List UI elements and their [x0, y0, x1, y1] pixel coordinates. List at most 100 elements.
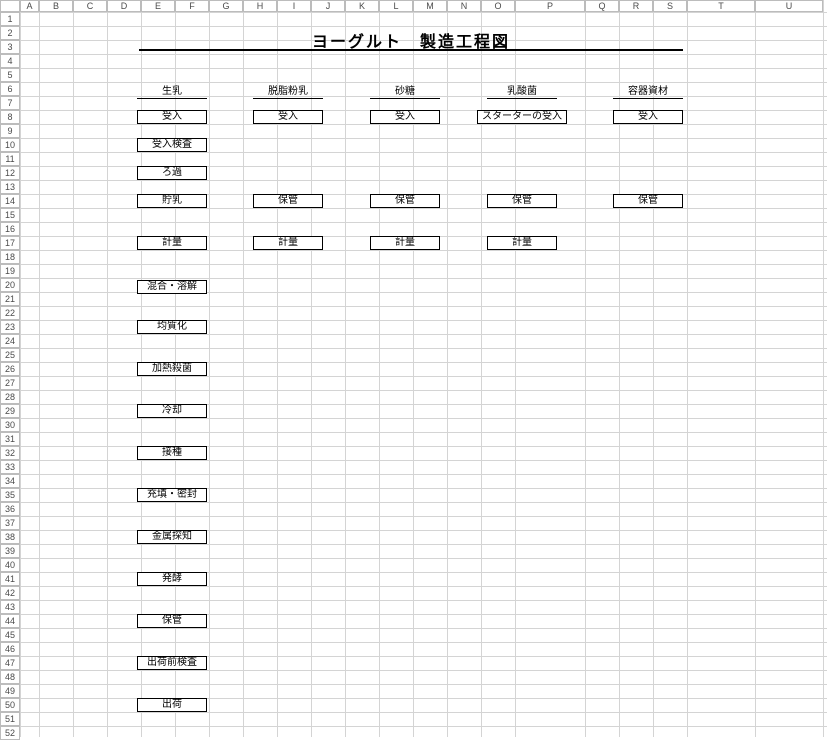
- row-header-26[interactable]: 26: [0, 362, 20, 376]
- row-header-8[interactable]: 8: [0, 110, 20, 124]
- process-box-r21-milk: 混合・溶解: [137, 280, 207, 294]
- col-header-R[interactable]: R: [619, 0, 653, 12]
- row-header-43[interactable]: 43: [0, 600, 20, 614]
- row-header-24[interactable]: 24: [0, 334, 20, 348]
- row-header-19[interactable]: 19: [0, 264, 20, 278]
- col-header-G[interactable]: G: [209, 0, 243, 12]
- row-header-42[interactable]: 42: [0, 586, 20, 600]
- row-header-46[interactable]: 46: [0, 642, 20, 656]
- row-header-48[interactable]: 48: [0, 670, 20, 684]
- col-header-I[interactable]: I: [277, 0, 311, 12]
- col-header-P[interactable]: P: [515, 0, 585, 12]
- col-header-U[interactable]: U: [755, 0, 823, 12]
- row-header-18[interactable]: 18: [0, 250, 20, 264]
- row-header-45[interactable]: 45: [0, 628, 20, 642]
- row-header-35[interactable]: 35: [0, 488, 20, 502]
- category-header-lab: 乳酸菌: [487, 82, 557, 99]
- process-box-r27-milk: 加熱殺菌: [137, 362, 207, 376]
- process-box-r39-milk: 金属探知: [137, 530, 207, 544]
- row-header-34[interactable]: 34: [0, 474, 20, 488]
- row-header-4[interactable]: 4: [0, 54, 20, 68]
- col-header-H[interactable]: H: [243, 0, 277, 12]
- process-box-r8-lab: スターターの受入: [477, 110, 567, 124]
- row-header-41[interactable]: 41: [0, 572, 20, 586]
- row-header-3[interactable]: 3: [0, 40, 20, 54]
- col-header-F[interactable]: F: [175, 0, 209, 12]
- process-box-r14-skim: 保管: [253, 194, 323, 208]
- process-box-r17-lab: 計量: [487, 236, 557, 250]
- row-header-27[interactable]: 27: [0, 376, 20, 390]
- process-box-r17-milk: 計量: [137, 236, 207, 250]
- process-box-r17-skim: 計量: [253, 236, 323, 250]
- row-header-49[interactable]: 49: [0, 684, 20, 698]
- row-header-29[interactable]: 29: [0, 404, 20, 418]
- row-header-30[interactable]: 30: [0, 418, 20, 432]
- process-box-r48-milk: 出荷前検査: [137, 656, 207, 670]
- process-box-r12-milk: ろ過: [137, 166, 207, 180]
- row-header-28[interactable]: 28: [0, 390, 20, 404]
- process-box-r14-sugar: 保管: [370, 194, 440, 208]
- row-header-21[interactable]: 21: [0, 292, 20, 306]
- row-header-40[interactable]: 40: [0, 558, 20, 572]
- row-header-5[interactable]: 5: [0, 68, 20, 82]
- row-header-14[interactable]: 14: [0, 194, 20, 208]
- category-header-skim: 脱脂粉乳: [253, 82, 323, 99]
- col-header-Q[interactable]: Q: [585, 0, 619, 12]
- row-header-17[interactable]: 17: [0, 236, 20, 250]
- row-header-39[interactable]: 39: [0, 544, 20, 558]
- col-header-D[interactable]: D: [107, 0, 141, 12]
- col-header-L[interactable]: L: [379, 0, 413, 12]
- row-header-31[interactable]: 31: [0, 432, 20, 446]
- row-header-11[interactable]: 11: [0, 152, 20, 166]
- process-box-r14-lab: 保管: [487, 194, 557, 208]
- process-box-r17-sugar: 計量: [370, 236, 440, 250]
- row-header-47[interactable]: 47: [0, 656, 20, 670]
- process-box-r30-milk: 冷却: [137, 404, 207, 418]
- process-box-r14-pkg: 保管: [613, 194, 683, 208]
- col-header-S[interactable]: S: [653, 0, 687, 12]
- col-header-T[interactable]: T: [687, 0, 755, 12]
- col-header-A[interactable]: A: [20, 0, 39, 12]
- process-box-r10-milk: 受入検査: [137, 138, 207, 152]
- row-header-33[interactable]: 33: [0, 460, 20, 474]
- row-header-12[interactable]: 12: [0, 166, 20, 180]
- row-header-36[interactable]: 36: [0, 502, 20, 516]
- col-header-K[interactable]: K: [345, 0, 379, 12]
- col-header-J[interactable]: J: [311, 0, 345, 12]
- process-box-r24-milk: 均質化: [137, 320, 207, 334]
- process-box-r8-skim: 受入: [253, 110, 323, 124]
- category-header-pkg: 容器資材: [613, 82, 683, 99]
- row-header-13[interactable]: 13: [0, 180, 20, 194]
- category-header-milk: 生乳: [137, 82, 207, 99]
- row-header-38[interactable]: 38: [0, 530, 20, 544]
- col-header-N[interactable]: N: [447, 0, 481, 12]
- col-header-M[interactable]: M: [413, 0, 447, 12]
- row-header-7[interactable]: 7: [0, 96, 20, 110]
- select-all-corner[interactable]: [0, 0, 20, 12]
- col-header-E[interactable]: E: [141, 0, 175, 12]
- row-header-1[interactable]: 1: [0, 12, 20, 26]
- process-box-r14-milk: 貯乳: [137, 194, 207, 208]
- col-header-B[interactable]: B: [39, 0, 73, 12]
- col-header-C[interactable]: C: [73, 0, 107, 12]
- process-box-r8-sugar: 受入: [370, 110, 440, 124]
- row-header-32[interactable]: 32: [0, 446, 20, 460]
- row-header-22[interactable]: 22: [0, 306, 20, 320]
- row-header-2[interactable]: 2: [0, 26, 20, 40]
- col-header-O[interactable]: O: [481, 0, 515, 12]
- row-header-37[interactable]: 37: [0, 516, 20, 530]
- row-header-25[interactable]: 25: [0, 348, 20, 362]
- row-header-15[interactable]: 15: [0, 208, 20, 222]
- row-header-51[interactable]: 51: [0, 712, 20, 726]
- row-header-52[interactable]: 52: [0, 726, 20, 740]
- row-header-16[interactable]: 16: [0, 222, 20, 236]
- process-box-r51-milk: 出荷: [137, 698, 207, 712]
- row-header-10[interactable]: 10: [0, 138, 20, 152]
- row-header-6[interactable]: 6: [0, 82, 20, 96]
- row-header-50[interactable]: 50: [0, 698, 20, 712]
- process-box-r8-pkg: 受入: [613, 110, 683, 124]
- row-header-44[interactable]: 44: [0, 614, 20, 628]
- row-header-9[interactable]: 9: [0, 124, 20, 138]
- row-header-23[interactable]: 23: [0, 320, 20, 334]
- row-header-20[interactable]: 20: [0, 278, 20, 292]
